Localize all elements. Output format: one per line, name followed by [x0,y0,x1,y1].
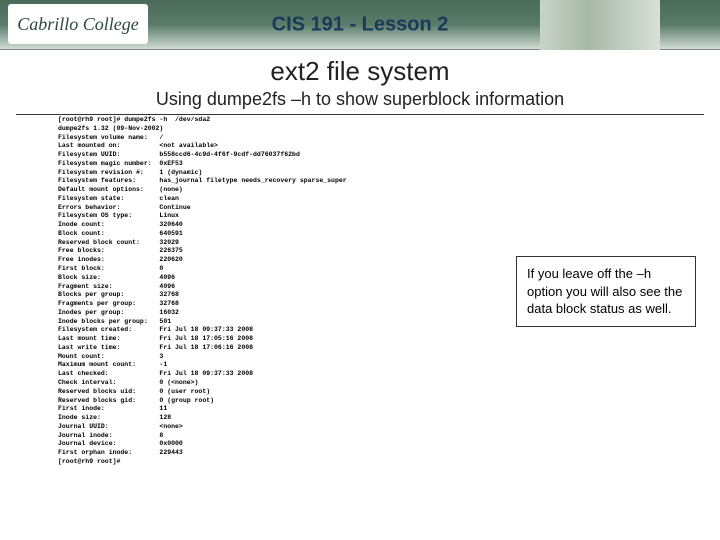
terminal-line: Free inodes: 220620 [58,256,458,265]
terminal-line: Last checked: Fri Jul 18 09:37:33 2008 [58,370,458,379]
terminal-line: Inode size: 128 [58,414,458,423]
terminal-line: Filesystem features: has_journal filetyp… [58,177,458,186]
terminal-line: First inode: 11 [58,405,458,414]
terminal-line: Filesystem OS type: Linux [58,212,458,221]
terminal-line: Inode count: 320640 [58,221,458,230]
terminal-line: Maximum mount count: -1 [58,361,458,370]
terminal-line: Blocks per group: 32768 [58,291,458,300]
header-band: Cabrillo College CIS 191 - Lesson 2 [0,0,720,50]
terminal-line: [root@rh9 root]# dumpe2fs -h /dev/sda2 [58,116,458,125]
terminal-line: Journal UUID: <none> [58,423,458,432]
terminal-line: Fragment size: 4096 [58,283,458,292]
terminal-line: Filesystem created: Fri Jul 18 09:37:33 … [58,326,458,335]
page-title: ext2 file system [0,56,720,87]
terminal-line: Journal inode: 8 [58,432,458,441]
terminal-line: Inodes per group: 16032 [58,309,458,318]
terminal-line: Block count: 640591 [58,230,458,239]
terminal-line: Filesystem volume name: / [58,134,458,143]
terminal-line: Last mount time: Fri Jul 18 17:05:16 200… [58,335,458,344]
terminal-line: [root@rh9 root]# [58,458,458,467]
terminal-line: Inode blocks per group: 501 [58,318,458,327]
terminal-line: Filesystem state: clean [58,195,458,204]
callout-box: If you leave off the –h option you will … [516,256,696,327]
terminal-line: Mount count: 3 [58,353,458,362]
terminal-output: [root@rh9 root]# dumpe2fs -h /dev/sda2du… [58,116,458,467]
terminal-line: First orphan inode: 229443 [58,449,458,458]
terminal-line: Last mounted on: <not available> [58,142,458,151]
terminal-line: Check interval: 0 (<none>) [58,379,458,388]
terminal-line: Default mount options: (none) [58,186,458,195]
course-title: CIS 191 - Lesson 2 [272,13,449,36]
terminal-line: Filesystem revision #: 1 (dynamic) [58,169,458,178]
page-subtitle: Using dumpe2fs –h to show superblock inf… [0,89,720,110]
terminal-line: Free blocks: 226375 [58,247,458,256]
terminal-line: Fragments per group: 32768 [58,300,458,309]
terminal-line: Reserved blocks gid: 0 (group root) [58,397,458,406]
terminal-line: Filesystem UUID: b558ccd6-4c9d-4f6f-9cdf… [58,151,458,160]
header-photo [540,0,660,50]
terminal-line: Reserved blocks uid: 0 (user root) [58,388,458,397]
terminal-line: Block size: 4096 [58,274,458,283]
terminal-line: Journal device: 0x0000 [58,440,458,449]
title-divider [16,114,704,115]
college-logo: Cabrillo College [8,4,148,44]
terminal-line: Last write time: Fri Jul 18 17:06:16 200… [58,344,458,353]
terminal-line: First block: 0 [58,265,458,274]
terminal-line: Reserved block count: 32029 [58,239,458,248]
terminal-line: Errors behavior: Continue [58,204,458,213]
terminal-line: Filesystem magic number: 0xEF53 [58,160,458,169]
terminal-line: dumpe2fs 1.32 (09-Nov-2002) [58,125,458,134]
